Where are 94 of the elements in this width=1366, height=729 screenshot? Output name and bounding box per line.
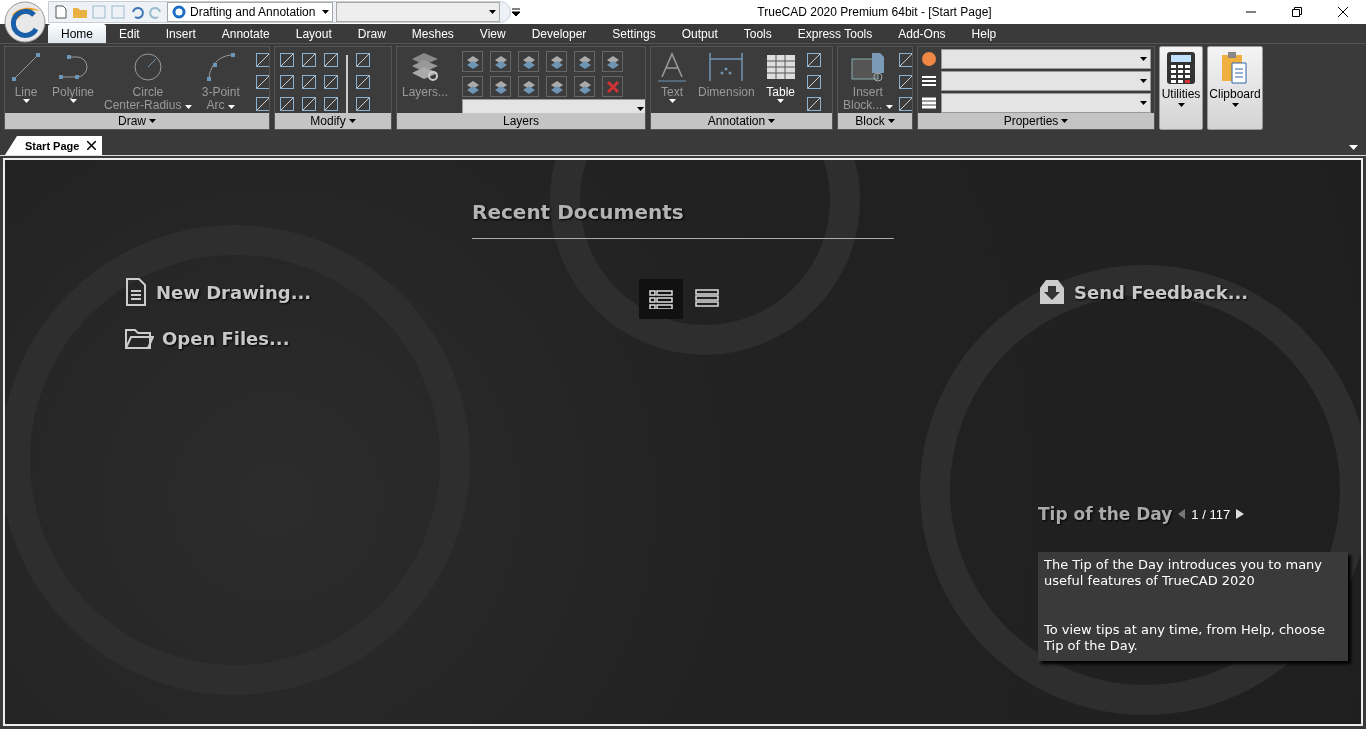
details-view-icon: [649, 289, 673, 309]
ribbon-tab[interactable]: Settings: [599, 24, 669, 43]
caret-icon: [1140, 101, 1147, 105]
caret-icon: [1140, 79, 1147, 83]
ribbon-tab[interactable]: Help: [958, 24, 1010, 43]
ribbon-tab[interactable]: Annotate: [208, 24, 283, 43]
document-icon: [124, 278, 148, 306]
new-drawing-link[interactable]: New Drawing...: [124, 278, 472, 306]
caret-icon: [69, 99, 77, 103]
caret-icon: [489, 10, 496, 14]
next-button[interactable]: [1236, 509, 1245, 519]
tab-menu-icon[interactable]: [1349, 145, 1358, 150]
next-icon: [1236, 509, 1245, 519]
ribbon-tab[interactable]: Output: [668, 24, 731, 43]
customize-icon: [511, 7, 521, 17]
window-title: TrueCAD 2020 Premium 64bit - [Start Page]: [757, 5, 992, 19]
caret-icon: [348, 119, 356, 123]
caret-icon: [668, 99, 676, 103]
restore-icon: [1292, 7, 1302, 17]
caret-icon: [149, 119, 156, 123]
tool-button[interactable]: [574, 76, 596, 97]
caret-icon: [885, 105, 893, 109]
caret-icon: [887, 119, 895, 123]
caret-icon: [1231, 103, 1239, 107]
panel-title: Modify: [310, 114, 346, 128]
caret-icon: [22, 99, 30, 103]
ribbon-tab[interactable]: Add-Ons: [885, 24, 959, 43]
delete-icon: [604, 78, 621, 95]
ribbon-tab[interactable]: Draw: [344, 24, 399, 43]
caret-icon: [227, 105, 235, 109]
tool-button[interactable]: [518, 51, 540, 72]
tip-title: Tip of the Day: [1038, 504, 1173, 524]
ribbon-tab[interactable]: Insert: [152, 24, 209, 43]
open-files-link[interactable]: Open Files...: [124, 326, 472, 350]
ribbon-tab[interactable]: Home: [48, 24, 106, 43]
ribbon-tab[interactable]: Meshes: [398, 24, 467, 43]
section-heading: Recent Documents: [472, 200, 894, 239]
clipboard-button[interactable]: Clipboard: [1207, 46, 1263, 130]
folder-icon: [124, 326, 154, 350]
table-tool[interactable]: Table: [762, 49, 799, 103]
tool-button[interactable]: [518, 76, 540, 97]
line-icon: [10, 51, 42, 83]
tool-button[interactable]: [462, 76, 484, 97]
close-icon: [1338, 7, 1348, 17]
ribbon-tab[interactable]: View: [466, 24, 519, 43]
tool-button[interactable]: [602, 51, 624, 72]
tool-button[interactable]: [462, 51, 484, 72]
tip-counter: 1 / 117: [1191, 506, 1231, 522]
ribbon-tab[interactable]: Developer: [518, 24, 600, 43]
tip-text: To view tips at any time, from Help, choose Tip of the Day.: [1044, 622, 1326, 654]
list-view-icon: [695, 289, 719, 309]
feedback-icon: [1038, 278, 1066, 306]
caret-icon: [777, 99, 785, 103]
ribbon-tab[interactable]: Tools: [730, 24, 785, 43]
previous-button[interactable]: [1178, 509, 1186, 519]
caret-icon: [1140, 57, 1147, 61]
new-file-icon: [53, 4, 69, 20]
ribbon-tab[interactable]: Edit: [106, 24, 153, 43]
caret-icon: [637, 107, 645, 111]
clipboard-icon: [1220, 51, 1250, 85]
tool-button[interactable]: [490, 76, 512, 97]
undo-icon: [129, 4, 145, 20]
insert-block-icon: [849, 51, 886, 83]
document-tab[interactable]: Start Page: [5, 136, 103, 155]
caret-icon: [322, 10, 329, 14]
tool-button[interactable]: [546, 51, 568, 72]
tool-button[interactable]: [574, 51, 596, 72]
tool-button[interactable]: [546, 76, 568, 97]
caret-icon: [1177, 103, 1185, 107]
details-view-button[interactable]: [639, 279, 683, 319]
linetype-icon: [921, 73, 937, 89]
panel-title: Block: [855, 114, 885, 128]
previous-icon: [1178, 509, 1186, 519]
panel-title: Draw: [118, 114, 146, 128]
text-icon: [656, 51, 688, 83]
circle-icon: [131, 51, 164, 83]
caret-icon: [768, 119, 776, 123]
panel-title: Annotation: [707, 114, 766, 128]
ribbon-tab[interactable]: Layout: [282, 24, 345, 43]
panel-title: Layers: [503, 114, 539, 128]
tool-button[interactable]: [490, 51, 512, 72]
calculator-icon: [1166, 51, 1196, 85]
workspace-dropdown[interactable]: Drafting and Annotation: [167, 2, 333, 22]
caret-icon: [184, 105, 192, 109]
ribbon-tab[interactable]: Express Tools: [784, 24, 886, 43]
caret-icon: [1061, 119, 1069, 123]
arc-icon: [204, 51, 237, 83]
panel-title: Properties: [1003, 114, 1059, 128]
tip-text: The Tip of the Day introduces you to many useful features of TrueCAD 2020: [1044, 557, 1324, 589]
redo-icon: [148, 4, 164, 20]
send-feedback-link[interactable]: Send Feedback...: [1038, 278, 1361, 306]
lineweight-icon: [921, 95, 937, 111]
close-icon: [87, 141, 97, 150]
utilities-button[interactable]: Utilities: [1159, 46, 1203, 130]
